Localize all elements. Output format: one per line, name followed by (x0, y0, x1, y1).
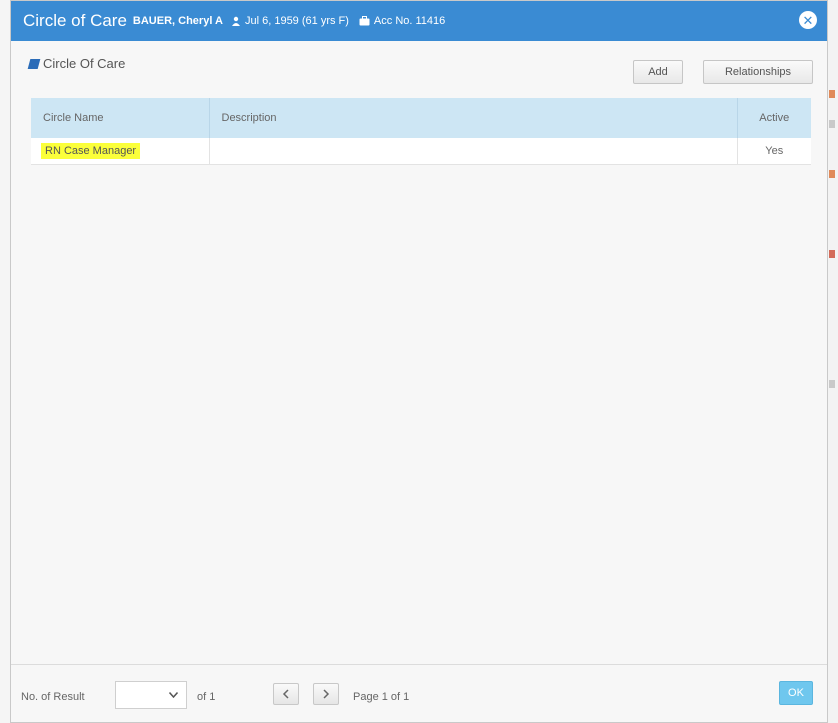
close-button[interactable]: ✕ (799, 11, 817, 29)
background-marker (829, 90, 835, 98)
column-header-circle-name[interactable]: Circle Name (31, 98, 210, 138)
cell-description[interactable] (209, 138, 738, 165)
results-per-page-select[interactable] (115, 681, 187, 709)
table-row[interactable]: RN Case Manager Yes (31, 138, 811, 165)
close-icon: ✕ (802, 12, 814, 28)
modal-titlebar: Circle of Care BAUER, Cheryl A Jul 6, 19… (11, 1, 827, 41)
patient-dob: Jul 6, 1959 (61 yrs F) (231, 15, 349, 27)
modal-footer: No. of Result of 1 Page 1 of 1 OK (11, 664, 827, 722)
modal-title: Circle of Care (23, 11, 127, 30)
patient-dob-text: Jul 6, 1959 (61 yrs F) (244, 15, 349, 27)
patient-account-text: Acc No. 11416 (373, 15, 446, 27)
page-indicator: Page 1 of 1 (353, 691, 410, 703)
add-button[interactable]: Add (633, 60, 683, 84)
results-of-total: of 1 (197, 691, 216, 703)
previous-page-button[interactable] (273, 683, 299, 705)
next-page-button[interactable] (313, 683, 339, 705)
chevron-left-icon (282, 689, 289, 699)
table-header-row: Circle Name Description Active (31, 98, 811, 138)
results-label: No. of Result (21, 691, 85, 703)
patient-name: BAUER, Cheryl A (132, 15, 223, 27)
cell-active[interactable]: Yes (737, 138, 811, 165)
patient-account: Acc No. 11416 (359, 15, 445, 27)
relationships-button[interactable]: Relationships (703, 60, 813, 84)
ok-button[interactable]: OK (779, 681, 813, 705)
circle-name-text: RN Case Manager (41, 142, 141, 159)
circle-of-care-table: Circle Name Description Active RN Case M… (31, 98, 811, 165)
column-header-description[interactable]: Description (209, 98, 738, 138)
section-header: Circle Of Care (27, 56, 126, 71)
background-marker (829, 250, 835, 258)
user-icon (231, 16, 240, 26)
circle-of-care-modal: Circle of Care BAUER, Cheryl A Jul 6, 19… (10, 0, 828, 723)
briefcase-icon (359, 16, 370, 26)
background-marker (829, 120, 835, 128)
background-marker (829, 170, 835, 178)
section-icon (27, 58, 41, 69)
chevron-right-icon (323, 689, 330, 699)
background-marker (829, 380, 835, 388)
chevron-down-icon (169, 692, 178, 698)
section-title: Circle Of Care (43, 56, 126, 71)
column-header-active[interactable]: Active (737, 98, 811, 138)
cell-circle-name[interactable]: RN Case Manager (31, 138, 210, 165)
